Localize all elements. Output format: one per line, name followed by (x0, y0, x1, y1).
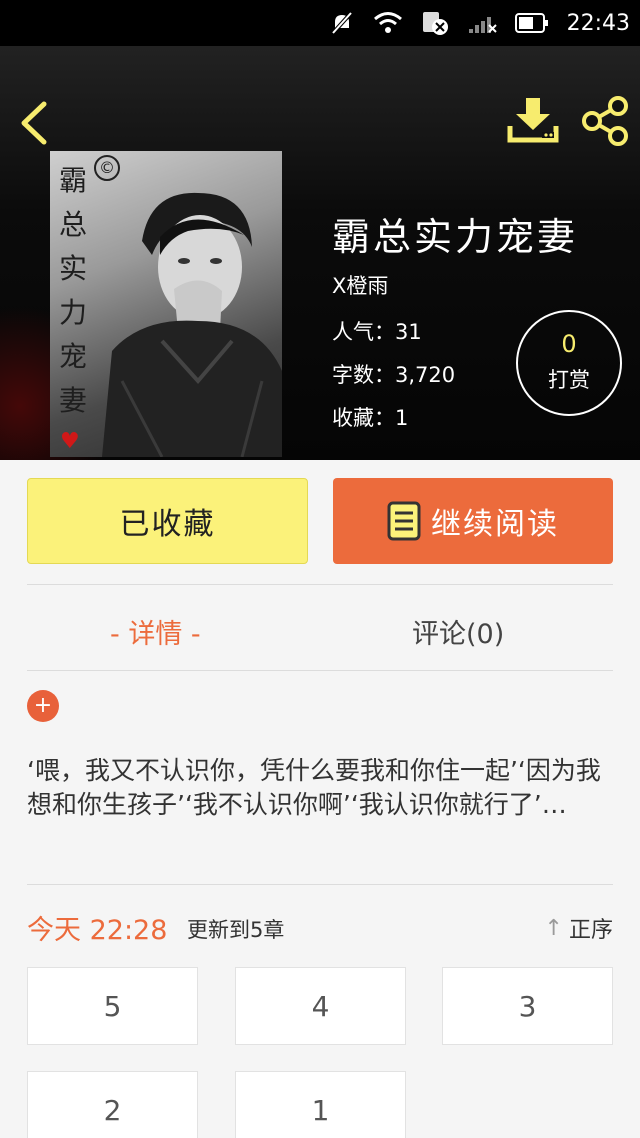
tab-comments[interactable]: 评论(0) (412, 612, 504, 651)
cover-vertical-title: 霸 总 实 力 宠 妻 (58, 164, 87, 417)
tip-button[interactable]: 0 打赏 (516, 310, 622, 416)
back-button[interactable] (14, 98, 54, 148)
synopsis-text: ‘喂，我又不认识你，凭什么要我和你住一起’‘因为我想和你生孩子’‘我不认识你啊’… (27, 756, 601, 819)
book-detail-page: 22:43 霸 总 实 力 宠 妻 © ♥ 霸总实力宠妻 X橙雨 人气：31 字… (0, 0, 640, 1138)
divider (27, 670, 613, 671)
book-header: 霸 总 实 力 宠 妻 © ♥ 霸总实力宠妻 X橙雨 人气：31 字数：3,72… (0, 46, 640, 460)
mute-icon (331, 11, 353, 35)
battery-icon (514, 13, 548, 33)
cover-portrait (102, 192, 282, 457)
book-author[interactable]: X橙雨 (332, 270, 388, 300)
notification-icon (422, 12, 448, 35)
tip-label: 打赏 (548, 368, 590, 392)
favorited-label: 已收藏 (119, 507, 216, 542)
signal-icon (468, 17, 497, 33)
status-bar: 22:43 (0, 0, 640, 46)
book-cover[interactable]: 霸 总 实 力 宠 妻 © ♥ (50, 151, 282, 457)
divider (27, 584, 613, 585)
heart-icon: ♥ (60, 429, 80, 454)
wifi-icon (373, 12, 402, 33)
sort-label: 正序 (568, 918, 613, 943)
download-button[interactable] (506, 96, 560, 146)
chapter-item[interactable]: 4 (235, 967, 406, 1045)
divider (27, 884, 613, 885)
chapter-item[interactable]: 3 (442, 967, 613, 1045)
favorited-button[interactable]: 已收藏 (27, 478, 308, 564)
continue-reading-label: 继续阅读 (431, 507, 559, 542)
tip-count: 0 (561, 330, 577, 358)
share-button[interactable] (578, 94, 632, 148)
chapter-item[interactable]: 5 (27, 967, 198, 1045)
sort-toggle[interactable]: ↑ 正序 (545, 912, 613, 944)
copyright-icon: © (94, 155, 120, 181)
update-info: 今天 22:28 更新到5章 ↑ 正序 (27, 906, 613, 946)
update-text: 更新到5章 (187, 918, 285, 942)
status-icons: 22:43 (329, 0, 630, 46)
tab-details[interactable]: - 详情 - (110, 612, 201, 651)
clock: 22:43 (566, 10, 630, 36)
chapter-item[interactable]: 1 (235, 1071, 406, 1138)
continue-reading-button[interactable]: 继续阅读 (333, 478, 613, 564)
book-icon (387, 501, 421, 541)
update-time: 今天 22:28 (27, 915, 168, 946)
favorites-stat: 收藏：1 (332, 406, 409, 430)
expand-synopsis-button[interactable]: + (27, 690, 59, 722)
popularity-stat: 人气：31 (332, 320, 422, 344)
chapter-item[interactable]: 2 (27, 1071, 198, 1138)
book-title: 霸总实力宠妻 (332, 215, 579, 259)
word-count-stat: 字数：3,720 (332, 363, 456, 387)
arrow-up-icon: ↑ (544, 915, 563, 941)
